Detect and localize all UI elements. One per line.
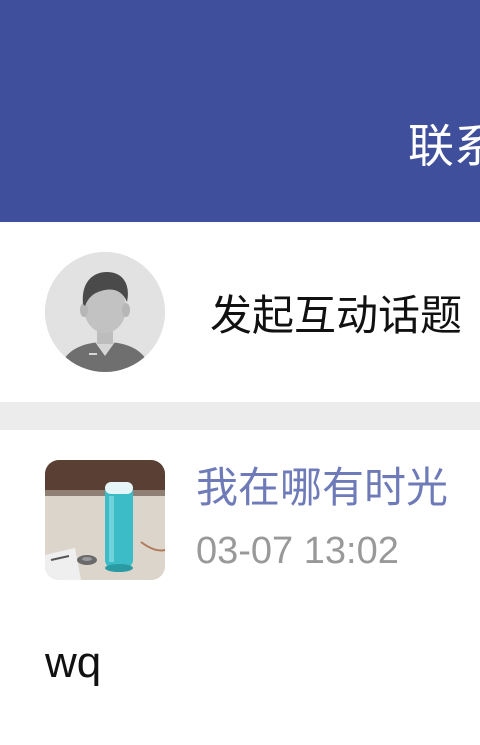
thermos-photo-avatar[interactable] [45, 460, 165, 580]
list-item[interactable]: 我在哪有时光 03-07 13:02 wq [0, 430, 480, 745]
header-title: 联系 [408, 119, 480, 173]
post-author-link[interactable]: 我在哪有时光 [196, 460, 448, 516]
compose-topic-label: 发起互动话题 [210, 291, 463, 340]
compose-topic-row[interactable]: 发起互动话题 [0, 222, 480, 402]
app-header: 联系 [0, 0, 480, 222]
section-divider [0, 402, 480, 430]
post-content: wq [45, 638, 102, 687]
default-user-avatar-icon [45, 252, 165, 372]
post-timestamp: 03-07 13:02 [196, 530, 399, 572]
